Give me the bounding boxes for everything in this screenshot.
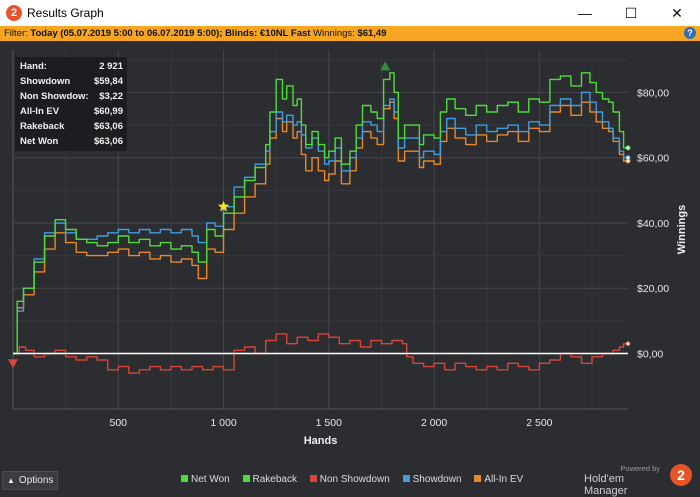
stat-label: Net Won [20,136,59,147]
x-tick-label: 2 500 [526,417,552,429]
x-tick-label: 1 000 [210,417,236,429]
stat-row-non-showdown: Non Showdow: $3,22 [15,89,127,104]
x-axis-title: Hands [304,435,338,447]
y-axis-title: Winnings [676,205,688,254]
legend-swatch [242,475,250,482]
y-tick-label: $0,00 [637,349,663,361]
legend-swatch [181,475,188,482]
branding: Powered by Hold'em Manager 2 [584,464,694,497]
legend-label: Non Showdown [319,474,390,485]
stat-label: Showdown [20,76,71,87]
close-button[interactable]: ✕ [654,0,700,26]
legend-label: Net Won [191,474,230,485]
legend-item-showdown[interactable]: Showdown [402,474,462,485]
legend-item-rakeback[interactable]: Rakeback [242,474,297,485]
stat-label: Non Showdow: [20,91,89,102]
chart-legend: Net Won Rakeback Non Showdown Showdown A… [181,474,533,485]
series-end-marker [625,341,631,347]
stat-value: $63,06 [93,136,123,147]
stat-value: $63,06 [93,121,123,132]
x-tick-label: 1 500 [316,417,342,429]
stat-row-rakeback: Rakeback $63,06 [15,119,127,134]
stat-row-allin-ev: All-In EV $60,99 [15,104,127,119]
stat-value: $3,22 [99,91,123,102]
legend-item-non-showdown[interactable]: Non Showdown [309,474,390,485]
series-end-marker [625,145,631,151]
stat-row-hand: Hand: 2 921 [15,59,127,74]
filter-prefix: Filter: [4,28,28,39]
window-title: Results Graph [27,6,104,20]
legend-swatch [309,475,317,482]
legend-label: All-In EV [484,474,524,485]
maximize-button[interactable]: ☐ [608,0,654,26]
expand-arrow-icon: ▲ [7,476,15,485]
y-tick-label: $80,00 [637,87,669,99]
legend-item-net-won[interactable]: Net Won [181,474,230,485]
stats-box: Hand: 2 921 Showdown $59,84 Non Showdow:… [15,57,127,151]
bottom-bar: ▲ Options Net Won Rakeback Non Showdown S… [0,464,700,497]
options-button[interactable]: ▲ Options [2,471,58,490]
stat-label: Rakeback [20,121,65,132]
stat-value: $60,99 [93,106,123,117]
y-tick-label: $40,00 [637,218,669,230]
y-tick-label: $20,00 [637,283,669,295]
legend-swatch [474,475,482,482]
stat-value: $59,84 [93,76,123,87]
legend-item-allin-ev[interactable]: All-In EV [474,474,523,485]
stat-label: All-In EV [20,106,60,117]
options-label: Options [18,475,54,486]
legend-label: Rakeback [252,474,297,485]
x-tick-label: 2 000 [421,417,447,429]
stat-row-net-won: Net Won $63,06 [15,134,127,149]
y-tick-label: $60,00 [637,153,669,165]
stat-label: Hand: [20,61,47,72]
help-icon[interactable]: ? [684,27,696,39]
legend-swatch [402,475,410,482]
filter-bar: Filter: Today (05.07.2019 5:00 to 06.07.… [0,26,700,41]
stat-row-showdown: Showdown $59,84 [15,74,127,89]
stat-value: 2 921 [99,61,123,72]
filter-text: Today (05.07.2019 5:00 to 06.07.2019 5:0… [30,28,311,39]
brand-logo-icon: 2 [670,464,692,486]
legend-label: Showdown [412,474,462,485]
title-bar: 2 Results Graph — ☐ ✕ [0,0,700,27]
winnings-label: Winnings: [313,28,355,39]
brand-name: Hold'em Manager [584,473,628,497]
powered-by-text: Powered by [620,464,660,473]
minimize-button[interactable]: — [562,0,608,26]
winnings-value: $61,49 [357,28,387,39]
x-tick-label: 500 [110,417,128,429]
series-end-marker [625,158,631,164]
app-logo-icon: 2 [6,5,22,21]
